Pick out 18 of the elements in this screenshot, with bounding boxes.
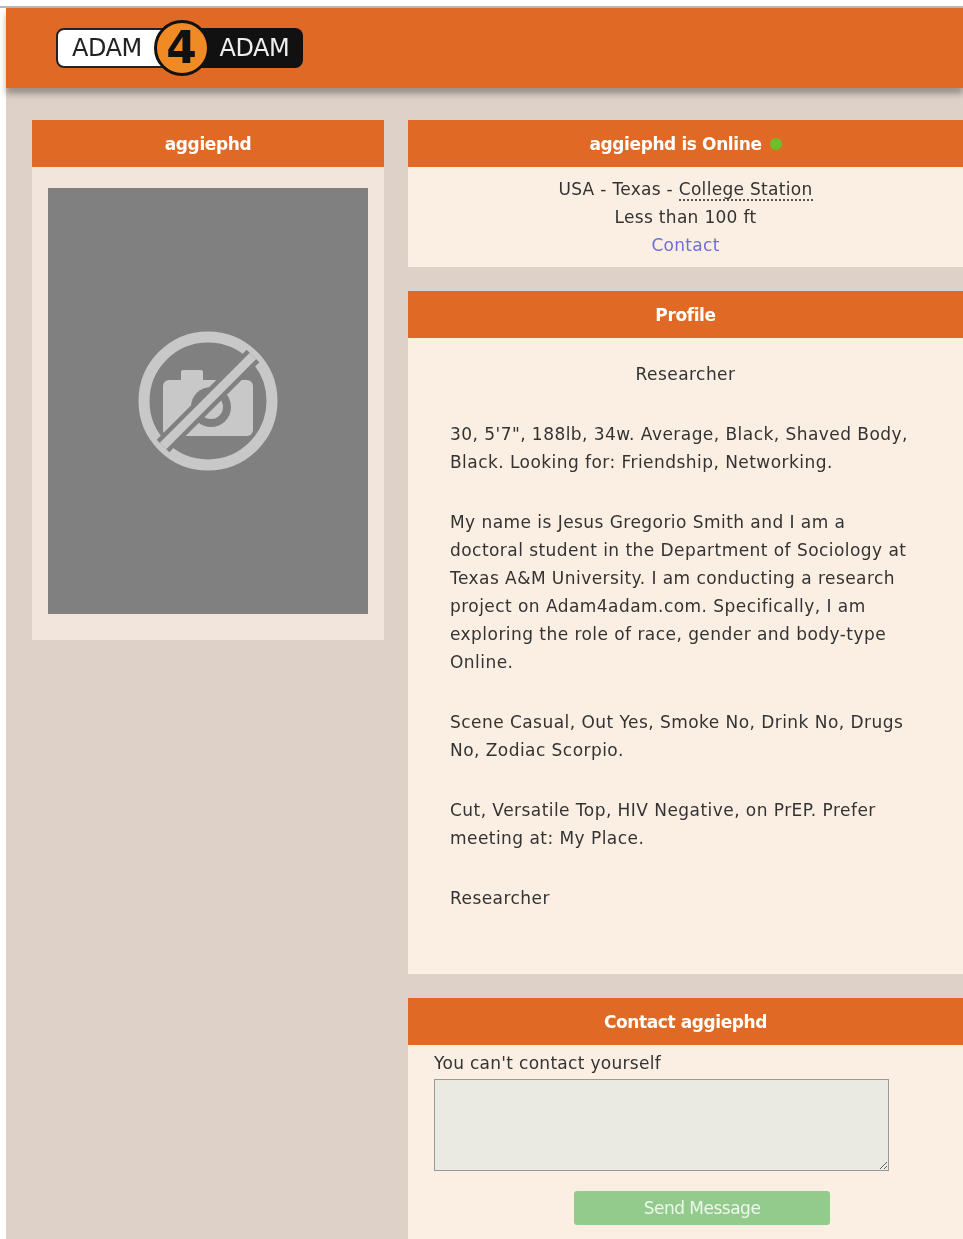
logo-number: 4: [153, 20, 210, 76]
card-title: aggiephd: [32, 120, 384, 167]
notice-text: You can't contact yourself: [434, 1052, 663, 1075]
profile-paragraph: 30, 5'7", 188lb, 34w. Average, Black, Shaved Body, Black. Looking for: Friendship, Networking.: [450, 423, 909, 474]
card-title: Profile: [408, 291, 963, 338]
card-title: Contact aggiephd: [408, 998, 963, 1045]
card-title-text: aggiephd is Online: [589, 133, 762, 154]
city-link[interactable]: College Station: [678, 179, 813, 201]
profile-paragraph: Scene Casual, Out Yes, Smoke No, Drink No, Drugs No, Zodiac Scorpio.: [450, 711, 905, 762]
site-logo[interactable]: ADAM 4 ADAM: [56, 20, 304, 76]
profile-paragraph: Cut, Versatile Top, HIV Negative, on PrEP. Prefer meeting at: My Place.: [450, 799, 877, 850]
location-text: USA - Texas -: [558, 179, 675, 199]
profile-paragraph: My name is Jesus Gregorio Smith and I am a doctoral student in the Department of Sociology at Texas A&M University. I am conducting a research project on Adam4adam.com. Specifically, I am exploring the role of race, gender and body-type Online.: [450, 511, 908, 674]
profile-headline: Researcher: [634, 363, 737, 386]
profile-paragraph: Researcher: [450, 887, 551, 910]
message-field[interactable]: [434, 1079, 889, 1171]
distance-text: Less than 100 ft: [613, 206, 758, 229]
contact-link[interactable]: Contact: [651, 235, 720, 255]
